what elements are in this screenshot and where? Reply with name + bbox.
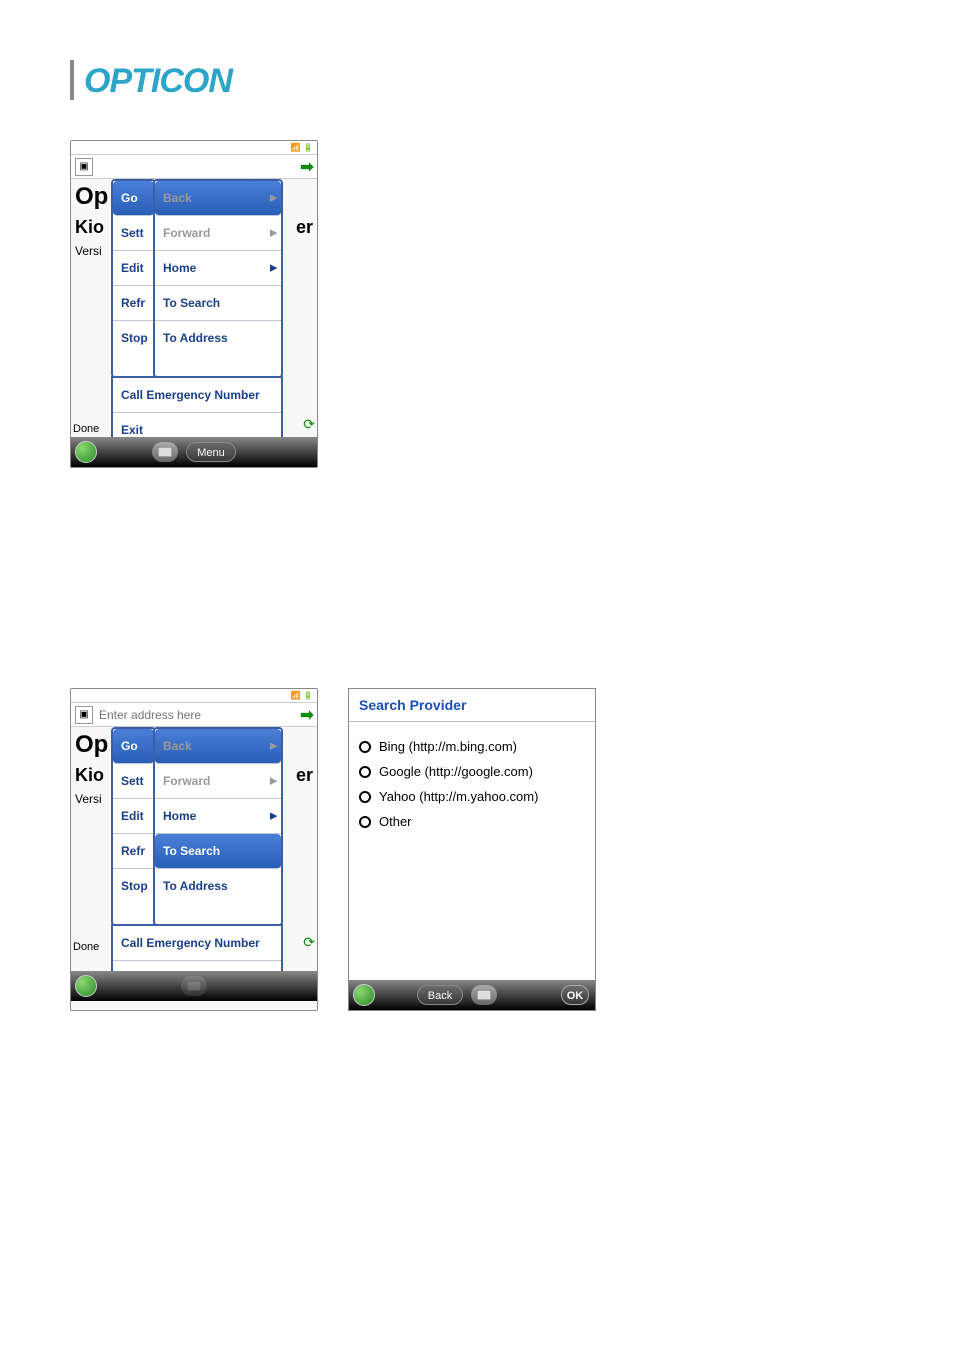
menu-go[interactable]: Go bbox=[113, 729, 154, 764]
address-bar: ▣ ➡ bbox=[71, 155, 317, 179]
go-submenu: Back▶ Forward▶ Home▶ To Search To Addres… bbox=[153, 727, 283, 926]
address-input[interactable] bbox=[97, 159, 297, 175]
go-arrow-icon[interactable]: ➡ bbox=[297, 705, 317, 725]
submenu-home[interactable]: Home▶ bbox=[155, 799, 281, 834]
chevron-right-icon: ▶ bbox=[270, 741, 277, 752]
taskbar: Menu bbox=[71, 437, 317, 467]
back-button[interactable]: Back bbox=[417, 985, 463, 1005]
radio-icon bbox=[359, 816, 371, 828]
background-content: Op Kio Versi bbox=[75, 731, 108, 806]
chevron-right-icon: ▶ bbox=[270, 228, 277, 239]
menu-exit[interactable]: Exit bbox=[113, 961, 281, 971]
start-button[interactable] bbox=[75, 441, 97, 463]
radio-icon bbox=[359, 791, 371, 803]
browser-icon: ▣ bbox=[75, 158, 93, 176]
menu-call-emergency[interactable]: Call Emergency Number bbox=[113, 926, 281, 961]
background-text-er: er bbox=[296, 217, 313, 238]
search-provider-body: Bing (http://m.bing.com) Google (http://… bbox=[349, 722, 595, 980]
start-button[interactable] bbox=[75, 975, 97, 997]
address-bar: ▣ ➡ bbox=[71, 703, 317, 727]
menu-go[interactable]: Go bbox=[113, 181, 154, 216]
chevron-right-icon: ▶ bbox=[270, 193, 277, 204]
status-bar: 📶 🔋 bbox=[71, 141, 317, 155]
submenu-to-address[interactable]: To Address bbox=[155, 321, 281, 355]
refresh-icon[interactable]: ⟳ bbox=[303, 416, 315, 433]
submenu-back[interactable]: Back▶ bbox=[155, 729, 281, 764]
device-screen-1: 📶 🔋 ▣ ➡ Op Kio Versi er Done ⟳ Go Sett E… bbox=[70, 140, 318, 468]
device-screen-2: 📶 🔋 ▣ ➡ Op Kio Versi er Done ⟳ Go Sett E bbox=[70, 688, 318, 1011]
chevron-right-icon: ▶ bbox=[270, 263, 277, 274]
go-submenu: Back▶ Forward▶ Home▶ To Search To Addres… bbox=[153, 179, 283, 378]
menu-settings[interactable]: Sett bbox=[113, 216, 154, 251]
opticon-logo: OPTICON bbox=[70, 60, 954, 100]
menu-stop[interactable]: Stop bbox=[113, 321, 154, 355]
chevron-right-icon: ▶ bbox=[270, 811, 277, 822]
browser-icon: ▣ bbox=[75, 706, 93, 724]
main-menu-lower: Call Emergency Number Exit bbox=[111, 924, 283, 971]
menu-stop[interactable]: Stop bbox=[113, 869, 154, 903]
submenu-forward[interactable]: Forward▶ bbox=[155, 764, 281, 799]
done-label: Done bbox=[73, 941, 99, 953]
submenu-to-address[interactable]: To Address bbox=[155, 869, 281, 903]
main-menu: Go Sett Edit Refr Stop bbox=[111, 179, 156, 378]
radio-label: Yahoo (http://m.yahoo.com) bbox=[379, 789, 538, 804]
device-screen-3: Search Provider Bing (http://m.bing.com)… bbox=[348, 688, 596, 1011]
taskbar bbox=[71, 971, 317, 1001]
main-menu: Go Sett Edit Refr Stop bbox=[111, 727, 156, 926]
radio-icon bbox=[359, 741, 371, 753]
menu-call-emergency[interactable]: Call Emergency Number bbox=[113, 378, 281, 413]
keyboard-button[interactable] bbox=[471, 985, 497, 1005]
menu-refresh[interactable]: Refr bbox=[113, 286, 154, 321]
radio-google[interactable]: Google (http://google.com) bbox=[359, 759, 585, 784]
menu-button[interactable]: Menu bbox=[186, 442, 236, 462]
main-menu-lower: Call Emergency Number Exit bbox=[111, 376, 283, 437]
taskbar: Back OK bbox=[349, 980, 595, 1010]
keyboard-button[interactable] bbox=[181, 976, 207, 996]
ok-button[interactable]: OK bbox=[561, 985, 589, 1005]
menu-refresh[interactable]: Refr bbox=[113, 834, 154, 869]
svg-text:OPTICON: OPTICON bbox=[84, 62, 234, 100]
menu-exit[interactable]: Exit bbox=[113, 413, 281, 437]
radio-yahoo[interactable]: Yahoo (http://m.yahoo.com) bbox=[359, 784, 585, 809]
status-bar: 📶 🔋 bbox=[71, 689, 317, 703]
submenu-forward[interactable]: Forward▶ bbox=[155, 216, 281, 251]
go-arrow-icon[interactable]: ➡ bbox=[297, 157, 317, 177]
done-label: Done bbox=[73, 423, 99, 435]
menu-settings[interactable]: Sett bbox=[113, 764, 154, 799]
submenu-to-search[interactable]: To Search bbox=[155, 834, 281, 869]
chevron-right-icon: ▶ bbox=[270, 776, 277, 787]
radio-other[interactable]: Other bbox=[359, 809, 585, 834]
keyboard-button[interactable] bbox=[152, 442, 178, 462]
background-text-er: er bbox=[296, 765, 313, 786]
radio-label: Other bbox=[379, 814, 412, 829]
refresh-icon[interactable]: ⟳ bbox=[303, 934, 315, 951]
search-provider-header: Search Provider bbox=[349, 689, 595, 722]
radio-label: Bing (http://m.bing.com) bbox=[379, 739, 517, 754]
submenu-to-search[interactable]: To Search bbox=[155, 286, 281, 321]
radio-label: Google (http://google.com) bbox=[379, 764, 533, 779]
menu-edit[interactable]: Edit bbox=[113, 799, 154, 834]
submenu-back[interactable]: Back▶ bbox=[155, 181, 281, 216]
submenu-home[interactable]: Home▶ bbox=[155, 251, 281, 286]
menu-edit[interactable]: Edit bbox=[113, 251, 154, 286]
address-input[interactable] bbox=[97, 707, 297, 723]
start-button[interactable] bbox=[353, 984, 375, 1006]
radio-bing[interactable]: Bing (http://m.bing.com) bbox=[359, 734, 585, 759]
background-content: Op Kio Versi bbox=[75, 183, 108, 258]
radio-icon bbox=[359, 766, 371, 778]
